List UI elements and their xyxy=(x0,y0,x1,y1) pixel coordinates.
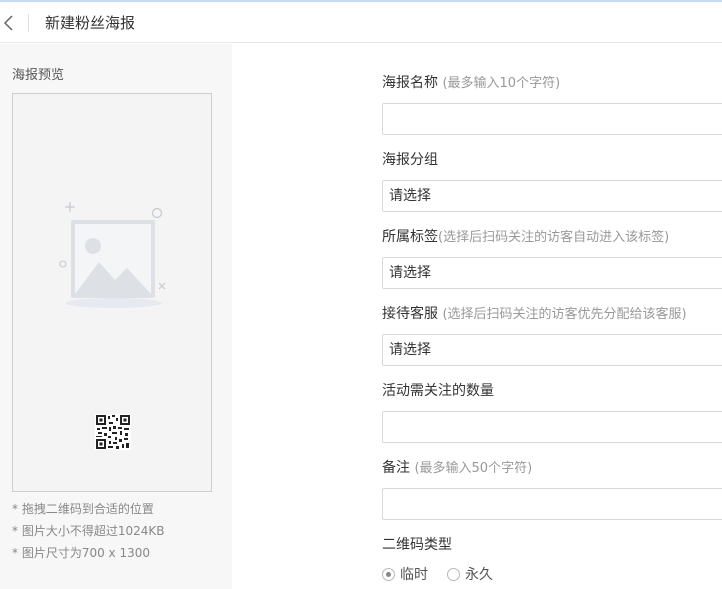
tip-file-size: * 图片大小不得超过1024KB xyxy=(12,524,165,538)
service-select[interactable]: 请选择 xyxy=(382,334,722,366)
poster-name-hint: (最多输入10个字符) xyxy=(442,76,561,91)
follow-count-input[interactable] xyxy=(382,411,722,443)
service-label: 接待客服 (选择后扫码关注的访客优先分配给该客服) xyxy=(382,306,687,322)
poster-group-label: 海报分组 xyxy=(382,152,438,168)
remark-input[interactable] xyxy=(382,488,722,520)
poster-preview-canvas[interactable] xyxy=(12,93,212,492)
chevron-left-icon xyxy=(2,13,16,33)
poster-name-input[interactable] xyxy=(382,103,722,135)
follow-count-label: 活动需关注的数量 xyxy=(382,383,494,399)
service-hint: (选择后扫码关注的访客优先分配给该客服) xyxy=(442,307,687,322)
tag-hint: (选择后扫码关注的访客自动进入该标签) xyxy=(438,230,670,245)
remark-hint: (最多输入50个字符) xyxy=(414,461,533,476)
image-placeholder-icon xyxy=(59,198,169,314)
remark-label: 备注 (最多输入50个字符) xyxy=(382,460,533,476)
qr-type-label: 二维码类型 xyxy=(382,537,452,553)
radio-checked-icon xyxy=(382,568,395,581)
poster-preview-panel: 海报预览 * 拖拽二维码到合适的位置 * 图片大小不得超过1024KB * 图片… xyxy=(0,44,232,589)
page-header: 新建粉丝海报 xyxy=(0,2,722,43)
qr-code-icon[interactable] xyxy=(95,414,131,450)
radio-unchecked-icon xyxy=(447,568,460,581)
poster-group-select[interactable]: 请选择 xyxy=(382,180,722,212)
qr-type-permanent-label: 永久 xyxy=(465,567,493,583)
header-divider xyxy=(28,14,29,32)
tip-image-dimensions: * 图片尺寸为700 x 1300 xyxy=(12,546,150,560)
tag-label: 所属标签(选择后扫码关注的访客自动进入该标签) xyxy=(382,229,670,245)
tag-select[interactable]: 请选择 xyxy=(382,257,722,289)
back-button[interactable] xyxy=(2,13,16,33)
upload-tips: * 拖拽二维码到合适的位置 * 图片大小不得超过1024KB * 图片尺寸为70… xyxy=(12,498,164,564)
poster-name-label: 海报名称 (最多输入10个字符) xyxy=(382,75,561,91)
page-title: 新建粉丝海报 xyxy=(45,14,136,32)
tip-drag-qr: * 拖拽二维码到合适的位置 xyxy=(12,502,154,516)
preview-title: 海报预览 xyxy=(12,68,65,83)
qr-type-temporary-label: 临时 xyxy=(400,567,428,583)
